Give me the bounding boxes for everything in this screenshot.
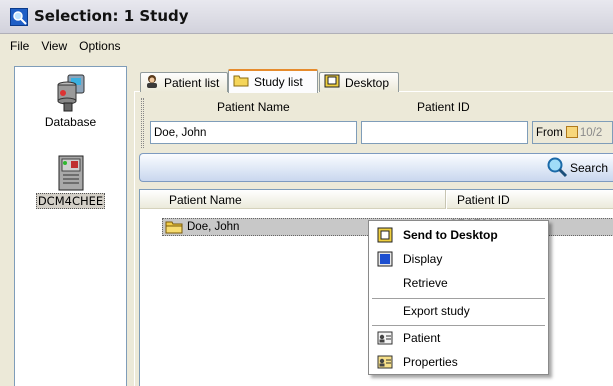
menu-item-label: Properties bbox=[403, 355, 458, 369]
tab-label: Desktop bbox=[345, 75, 390, 90]
search-icon bbox=[546, 156, 568, 181]
patient-id-field[interactable] bbox=[361, 121, 528, 144]
from-date-value: 10/2 bbox=[579, 127, 603, 139]
sidebar-item-label: Database bbox=[44, 115, 97, 129]
tab-label: Patient list bbox=[164, 75, 220, 90]
patient-card-icon bbox=[377, 330, 393, 346]
menu-item-patient[interactable]: Patient bbox=[370, 327, 547, 349]
search-bar bbox=[139, 153, 613, 182]
send-to-desktop-icon bbox=[377, 227, 393, 243]
window-title: Selection: 1 Study bbox=[34, 7, 189, 25]
menu-bar: File View Options bbox=[0, 36, 613, 56]
sidebar-item-dcm4chee[interactable]: DCM4CHEE bbox=[15, 155, 126, 209]
server-icon bbox=[57, 155, 85, 191]
column-header-patient-id[interactable]: Patient ID bbox=[447, 190, 613, 209]
menu-item-label: Retrieve bbox=[403, 276, 448, 290]
menu-item-send-to-desktop[interactable]: Send to Desktop bbox=[370, 224, 547, 246]
menu-item-label: Send to Desktop bbox=[403, 228, 498, 242]
column-header-patient-name[interactable]: Patient Name bbox=[140, 190, 446, 209]
menu-options[interactable]: Options bbox=[73, 36, 126, 56]
menu-separator bbox=[372, 325, 545, 326]
sidebar-item-label: DCM4CHEE bbox=[35, 193, 106, 209]
search-button[interactable]: Search bbox=[546, 157, 608, 179]
menu-view[interactable]: View bbox=[35, 36, 73, 56]
tab-label: Study list bbox=[254, 75, 303, 89]
toolbar-grip[interactable] bbox=[141, 98, 144, 148]
display-icon bbox=[377, 251, 393, 267]
menu-item-export-study[interactable]: Export study bbox=[370, 300, 547, 322]
from-date-field[interactable]: From 10/2 bbox=[532, 121, 613, 144]
title-bar: Selection: 1 Study bbox=[0, 0, 613, 34]
menu-file[interactable]: File bbox=[0, 36, 35, 56]
magnifier-app-icon bbox=[10, 8, 28, 26]
row-patient-name: Doe, John bbox=[187, 221, 240, 233]
properties-icon bbox=[377, 354, 393, 370]
menu-item-label: Patient bbox=[403, 331, 441, 345]
from-label: From bbox=[536, 127, 563, 139]
from-date-checkbox[interactable] bbox=[565, 126, 578, 138]
context-menu: Send to Desktop Display Retrieve Export … bbox=[368, 220, 549, 375]
patient-name-label: Patient Name bbox=[217, 100, 290, 114]
menu-item-label: Export study bbox=[403, 304, 470, 318]
tab-patient-list[interactable]: Patient list bbox=[140, 72, 228, 92]
database-icon bbox=[54, 73, 88, 113]
tab-study-list[interactable]: Study list bbox=[228, 69, 318, 93]
menu-item-display[interactable]: Display bbox=[370, 248, 547, 270]
patient-id-label: Patient ID bbox=[417, 100, 470, 114]
menu-item-retrieve[interactable]: Retrieve bbox=[370, 272, 547, 294]
folder-icon bbox=[233, 74, 249, 90]
source-sidebar: Database DCM4CHEE bbox=[14, 66, 127, 386]
study-folder-icon bbox=[165, 220, 183, 237]
desktop-icon bbox=[324, 74, 340, 91]
search-label: Search bbox=[570, 161, 609, 175]
patient-icon bbox=[145, 74, 159, 91]
menu-item-properties[interactable]: Properties bbox=[370, 351, 547, 373]
sidebar-item-database[interactable]: Database bbox=[15, 73, 126, 129]
menu-item-label: Display bbox=[403, 252, 443, 266]
menu-separator bbox=[372, 298, 545, 299]
tab-desktop[interactable]: Desktop bbox=[319, 72, 399, 92]
patient-name-field[interactable]: Doe, John bbox=[150, 121, 357, 144]
